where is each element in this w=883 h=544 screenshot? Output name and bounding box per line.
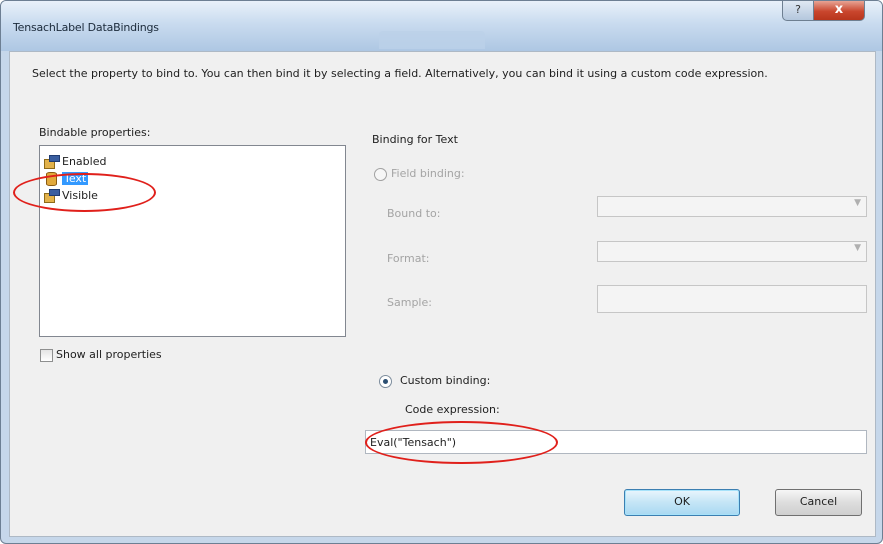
code-expression-label: Code expression: (405, 403, 500, 416)
field-binding-label[interactable]: Field binding: (391, 167, 465, 180)
list-item-visible[interactable]: Visible (43, 187, 98, 203)
property-icon (43, 188, 60, 203)
sample-textbox[interactable] (597, 285, 867, 313)
title-bar[interactable]: TensachLabel DataBindings ? x (1, 1, 882, 51)
databindings-dialog: TensachLabel DataBindings ? x Select the… (0, 0, 883, 544)
list-item-enabled[interactable]: Enabled (43, 153, 106, 169)
background-tab (379, 31, 485, 49)
show-all-properties-label[interactable]: Show all properties (56, 348, 162, 361)
bindable-properties-list[interactable]: Enabled Text Visible (39, 145, 346, 337)
code-expression-input[interactable] (366, 432, 850, 449)
bound-to-dropdown[interactable]: ▼ (597, 196, 867, 217)
dialog-client-area: Select the property to bind to. You can … (9, 51, 876, 537)
window-title: TensachLabel DataBindings (13, 21, 159, 34)
custom-binding-radio[interactable] (379, 375, 392, 388)
cancel-button[interactable]: Cancel (775, 489, 862, 516)
format-dropdown[interactable]: ▼ (597, 241, 867, 262)
bound-to-label: Bound to: (387, 207, 441, 220)
list-item-text[interactable]: Text (43, 170, 89, 186)
code-expression-field[interactable] (365, 430, 867, 454)
sample-label: Sample: (387, 296, 432, 309)
chevron-down-icon: ▼ (854, 243, 861, 253)
instructions-text: Select the property to bind to. You can … (32, 67, 768, 80)
list-item-label: Enabled (62, 154, 107, 168)
close-button[interactable]: x (814, 1, 865, 21)
database-binding-icon (43, 171, 59, 186)
list-item-label: Text (62, 171, 89, 185)
help-button[interactable]: ? (782, 1, 814, 21)
field-binding-radio[interactable] (374, 168, 387, 181)
show-all-properties-checkbox[interactable] (40, 349, 53, 362)
list-item-label: Visible (62, 188, 98, 202)
ok-button[interactable]: OK (624, 489, 740, 516)
bindable-properties-label: Bindable properties: (39, 126, 151, 139)
property-icon (43, 154, 60, 169)
chevron-down-icon: ▼ (854, 198, 861, 208)
format-label: Format: (387, 252, 430, 265)
binding-panel-heading: Binding for Text (372, 133, 458, 146)
custom-binding-label[interactable]: Custom binding: (400, 374, 490, 387)
